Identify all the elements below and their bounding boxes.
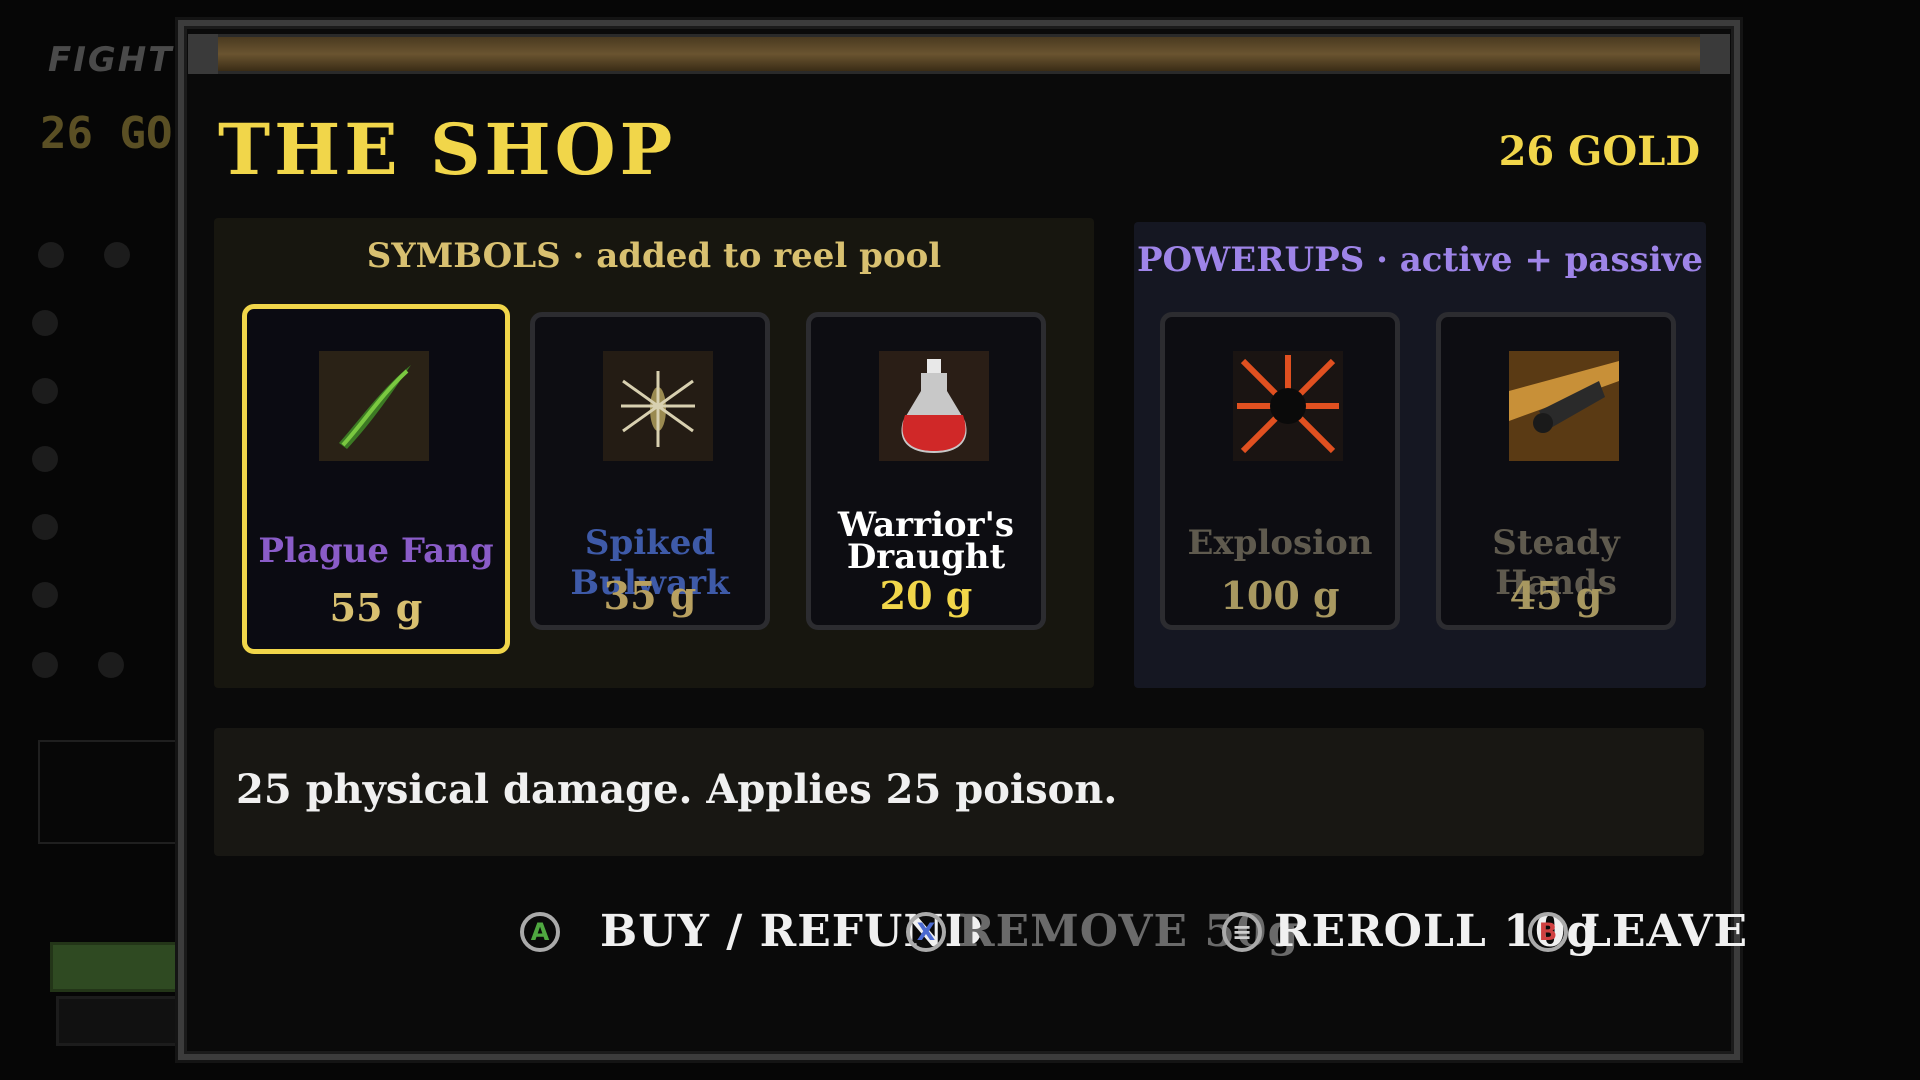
spider-icon (603, 351, 713, 461)
symbol-price: 55 g (329, 585, 423, 630)
leave-button[interactable]: B LEAVE (1528, 906, 1748, 957)
symbol-card-warriors-draught[interactable]: Warrior's Draught 20 g (806, 312, 1046, 630)
reel-slot-dot (32, 514, 58, 540)
symbol-price: 35 g (603, 573, 697, 618)
b-button-icon: B (1528, 911, 1568, 952)
symbol-name: Warrior's Draught (837, 505, 1015, 577)
hands-icon (1509, 351, 1619, 461)
symbol-card-spiked-bulwark[interactable]: Spiked Bulwark 35 g (530, 312, 770, 630)
reel-slot-dot (98, 652, 124, 678)
powerup-price: 45 g (1509, 573, 1603, 618)
item-description: 25 physical damage. Applies 25 poison. (236, 766, 1118, 813)
symbols-header: SYMBOLS · added to reel pool (366, 236, 942, 276)
fang-icon (319, 351, 429, 461)
symbol-price: 20 g (879, 573, 973, 618)
leave-label: LEAVE (1580, 906, 1749, 957)
reel-slot-dot (32, 582, 58, 608)
potion-icon (879, 351, 989, 461)
gold-total: 26 GOLD (1498, 128, 1700, 175)
explosion-icon (1233, 351, 1343, 461)
background-panel (38, 740, 192, 844)
background-gold-counter: 26 GOL (40, 108, 199, 159)
item-description-box: 25 physical damage. Applies 25 poison. (214, 728, 1704, 856)
reel-slot-dot (32, 310, 58, 336)
controls-bar: A BUY / REFUND X REMOVE 50g ≡ REROLL 10g… (520, 900, 1747, 980)
reel-slot-dot (32, 446, 58, 472)
powerup-card-steady-hands[interactable]: Steady Hands 45 g (1436, 312, 1676, 630)
symbol-name: Plague Fang (258, 531, 494, 571)
powerup-price: 100 g (1220, 573, 1340, 618)
a-button-icon: A (520, 911, 560, 952)
symbols-panel: SYMBOLS · added to reel pool Plague Fang… (214, 218, 1094, 688)
shop-title: THE SHOP (218, 108, 677, 191)
symbol-card-plague-fang[interactable]: Plague Fang 55 g (242, 304, 510, 654)
menu-button-icon: ≡ (1222, 911, 1262, 952)
window-corner-ornament (188, 34, 218, 74)
powerup-card-explosion[interactable]: Explosion 100 g (1160, 312, 1400, 630)
x-button-icon: X (906, 911, 946, 952)
window-corner-ornament (1700, 34, 1730, 74)
powerups-panel: POWERUPS · active + passive Explosion 10… (1134, 222, 1706, 688)
window-top-bar (204, 34, 1714, 74)
powerup-name: Explosion (1187, 523, 1373, 563)
reel-slot-dot (32, 378, 58, 404)
reel-slot-dot (32, 652, 58, 678)
reel-slot-dot (38, 242, 64, 268)
reel-slot-dot (104, 242, 130, 268)
powerups-header: POWERUPS · active + passive (1136, 240, 1704, 280)
